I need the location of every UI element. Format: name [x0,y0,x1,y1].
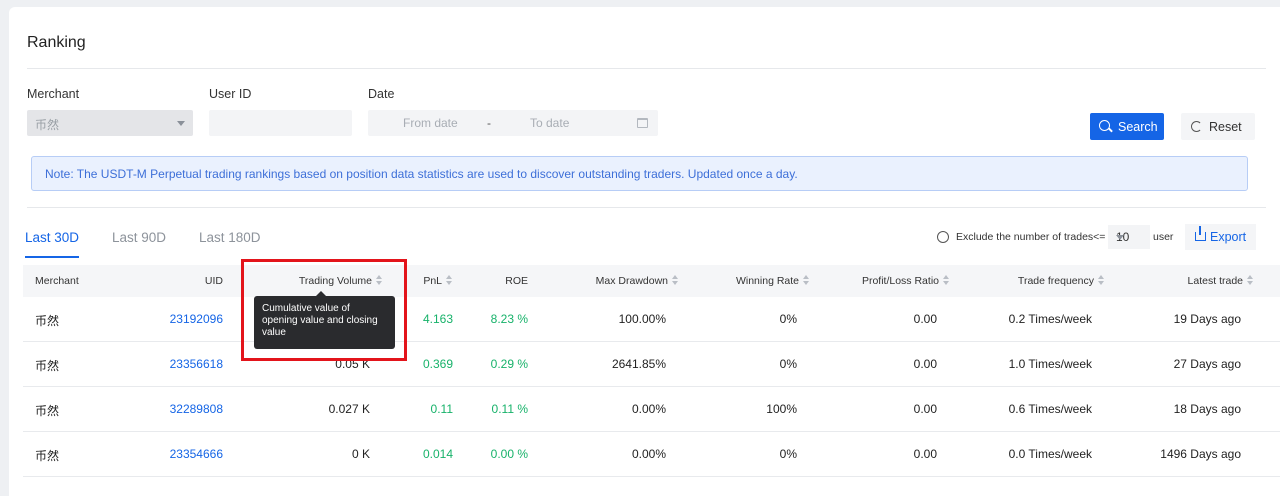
column-header-profit-loss-ratio[interactable]: Profit/Loss Ratio [862,275,950,287]
cell-trading-volume: 0.027 K [328,402,370,416]
column-header-trade-frequency[interactable]: Trade frequency [1018,275,1105,287]
cell-trade-frequency: 1.0 Times/week [1008,357,1092,371]
cell-trade-frequency: 0.2 Times/week [1008,312,1092,326]
cell-pnl: 0.11 [430,402,453,416]
cell-winning-rate: 0% [779,312,797,326]
table-row: 币然 32289808 0.027 K 0.11 0.11 % 0.00% 10… [23,387,1280,432]
cell-profit-loss-ratio: 0.00 [913,447,937,461]
sort-icon[interactable] [672,275,679,286]
cell-latest-trade: 18 Days ago [1173,402,1241,416]
search-button-label: Search [1118,120,1158,134]
export-button-label: Export [1210,230,1247,244]
sort-icon[interactable] [803,275,810,286]
table-header: Merchant UID Trading Volume PnL ROE Max … [23,265,1280,297]
column-header-pnl[interactable]: PnL [423,275,453,287]
search-button[interactable]: Search [1090,113,1164,140]
cell-trade-frequency: 0.6 Times/week [1008,402,1092,416]
sort-icon[interactable] [446,275,453,286]
reset-button[interactable]: Reset [1181,113,1255,140]
page-title: Ranking [27,34,86,51]
column-header-uid: UID [204,275,223,287]
tab-last-30d[interactable]: Last 30D [25,230,79,245]
table-row: 币然 23192096 4.163 8.23 % 100.00% 0% 0.00… [23,297,1280,342]
table-row: 币然 23356618 0.05 K 0.369 0.29 % 2641.85%… [23,342,1280,387]
chevron-down-icon [1116,235,1124,240]
sort-icon[interactable] [1098,275,1105,286]
cell-merchant: 币然 [35,449,60,463]
cell-max-drawdown: 100.00% [618,312,666,326]
active-tab-indicator [25,256,79,258]
column-header-max-drawdown[interactable]: Max Drawdown [596,275,679,287]
cell-uid-link[interactable]: 23356618 [170,357,223,371]
tab-last-180d[interactable]: Last 180D [199,230,261,245]
merchant-select-value: 币然 [35,118,60,132]
cell-trading-volume: 0 K [351,447,370,461]
column-header-roe: ROE [505,275,528,287]
cell-pnl: 0.369 [422,357,453,371]
cell-trade-frequency: 0.0 Times/week [1008,447,1092,461]
cell-winning-rate: 0% [779,447,797,461]
cell-uid-link[interactable]: 23192096 [170,312,223,326]
divider [27,207,1266,208]
cell-latest-trade: 19 Days ago [1173,312,1241,326]
cell-roe: 0.29 % [490,357,528,371]
cell-winning-rate: 0% [779,357,797,371]
date-separator: - [487,116,491,130]
date-label: Date [368,87,395,101]
cell-roe: 0.00 % [490,447,528,461]
column-header-winning-rate[interactable]: Winning Rate [736,275,810,287]
export-icon [1195,226,1206,241]
cell-max-drawdown: 0.00% [631,402,666,416]
cell-winning-rate: 100% [766,402,797,416]
cell-merchant: 币然 [35,314,60,328]
cell-merchant: 币然 [35,404,60,418]
ranking-card: Ranking Merchant 币然 User ID Date From da… [9,7,1280,496]
sort-icon[interactable] [1247,275,1254,286]
export-button[interactable]: Export [1185,224,1256,250]
from-date-input[interactable]: From date [403,116,458,130]
cell-max-drawdown: 0.00% [631,447,666,461]
exclude-label: Exclude the number of trades<= [956,231,1106,243]
cell-pnl: 4.163 [422,312,453,326]
user-id-input[interactable] [209,110,352,136]
tab-last-90d[interactable]: Last 90D [112,230,166,245]
cell-merchant: 币然 [35,359,60,373]
cell-uid-link[interactable]: 23354666 [170,447,223,461]
highlight-box [241,259,407,361]
user-label: user [1153,231,1174,243]
column-header-merchant: Merchant [35,275,79,287]
column-header-latest-trade[interactable]: Latest trade [1188,275,1254,287]
calendar-icon [637,118,648,128]
trades-threshold-select[interactable]: 10 [1108,225,1150,249]
cell-roe: 0.11 % [491,402,528,416]
reset-icon [1191,121,1202,132]
divider [27,68,1266,69]
cell-profit-loss-ratio: 0.00 [913,312,937,326]
date-range-picker[interactable]: From date - To date [368,110,658,136]
chevron-down-icon [177,121,185,126]
info-note-text: Note: The USDT-M Perpetual trading ranki… [45,167,798,181]
cell-max-drawdown: 2641.85% [611,357,666,371]
info-note: Note: The USDT-M Perpetual trading ranki… [31,156,1248,191]
cell-roe: 8.23 % [490,312,528,326]
exclude-radio[interactable] [937,231,949,243]
to-date-input[interactable]: To date [530,116,569,130]
reset-button-label: Reset [1209,120,1242,134]
cell-latest-trade: 1496 Days ago [1160,447,1241,461]
search-icon [1099,120,1110,131]
cell-latest-trade: 27 Days ago [1173,357,1241,371]
cell-pnl: 0.014 [422,447,453,461]
table-row: 币然 23354666 0 K 0.014 0.00 % 0.00% 0% 0.… [23,432,1280,477]
user-id-label: User ID [209,87,252,101]
merchant-select[interactable]: 币然 [27,110,193,136]
cell-uid-link[interactable]: 32289808 [170,402,223,416]
cell-profit-loss-ratio: 0.00 [913,357,937,371]
merchant-label: Merchant [27,87,80,101]
sort-icon[interactable] [943,275,950,286]
cell-profit-loss-ratio: 0.00 [913,402,937,416]
